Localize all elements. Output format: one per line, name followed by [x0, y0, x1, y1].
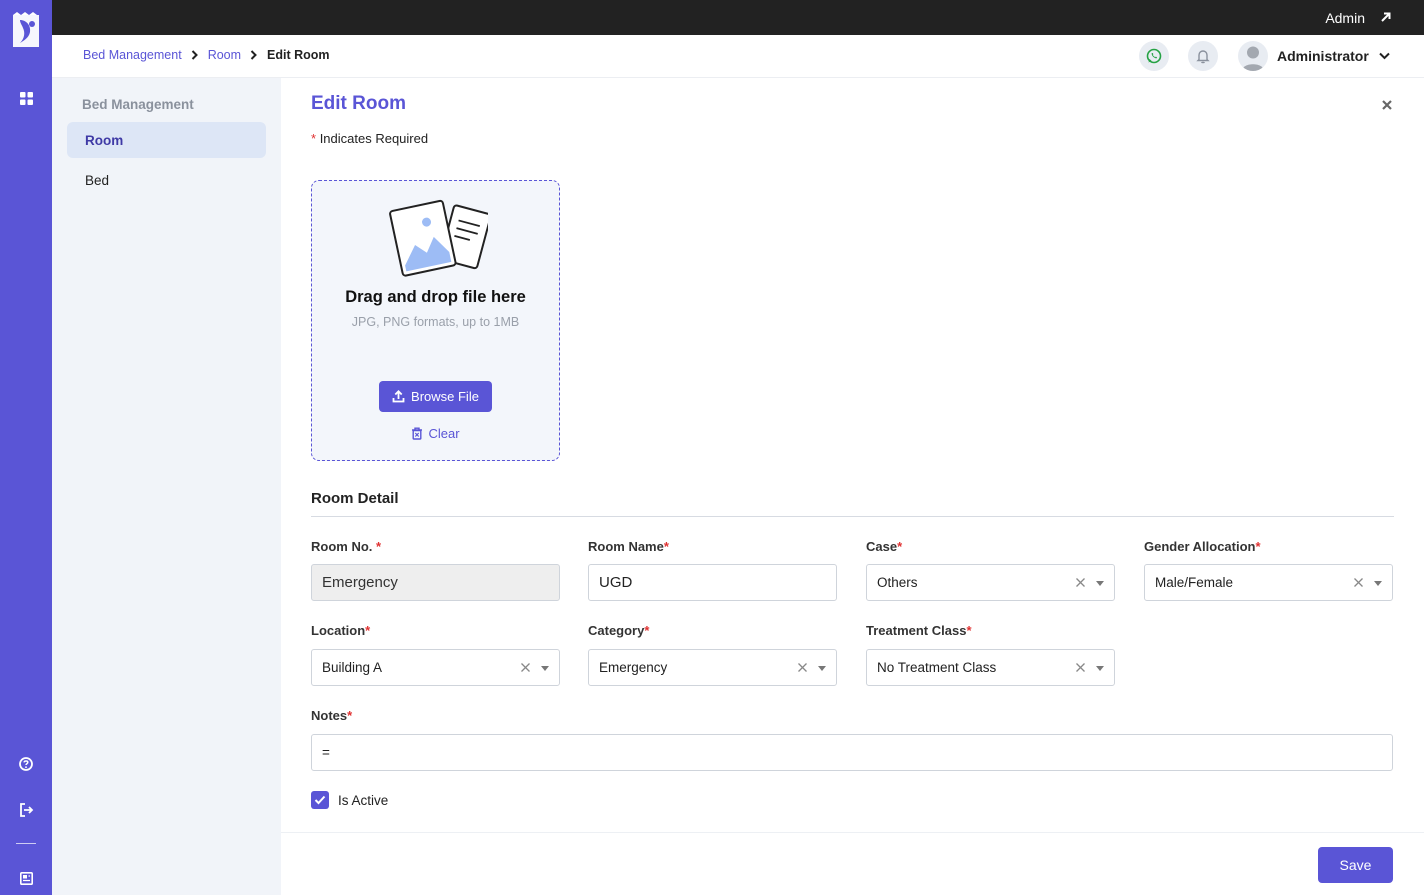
is-active-label: Is Active: [338, 793, 389, 808]
is-active-checkbox[interactable]: [311, 791, 329, 809]
sidebar-item-room[interactable]: Room: [67, 122, 266, 158]
case-label: Case*: [866, 539, 903, 554]
caret-down-icon[interactable]: [1374, 581, 1382, 586]
location-value: Building A: [322, 660, 383, 675]
chevron-down-icon: [1379, 52, 1390, 60]
upload-icon: [392, 390, 405, 403]
treatment-class-value: No Treatment Class: [877, 660, 997, 675]
room-name-label: Room Name*: [588, 539, 669, 554]
location-label: Location*: [311, 623, 371, 638]
page-header: Bed Management Room Edit Room Administra…: [52, 35, 1424, 78]
sidebar-item-bed[interactable]: Bed: [67, 162, 266, 198]
bell-icon[interactable]: [1188, 41, 1218, 71]
user-name: Administrator: [1277, 48, 1369, 64]
whatsapp-icon[interactable]: [1139, 41, 1169, 71]
caret-down-icon[interactable]: [541, 666, 549, 671]
caret-down-icon[interactable]: [1096, 666, 1104, 671]
form-footer: Save: [281, 832, 1424, 895]
help-icon[interactable]: [16, 754, 36, 774]
chevron-right-icon: [250, 50, 257, 60]
top-user-label[interactable]: Admin: [1325, 10, 1365, 26]
dropzone-title: Drag and drop file here: [345, 288, 526, 306]
sub-sidebar: Bed Management Room Bed: [52, 78, 281, 895]
category-select[interactable]: Emergency: [588, 649, 837, 686]
required-note: * Indicates Required: [311, 131, 429, 146]
sub-sidebar-title: Bed Management: [82, 97, 194, 112]
user-menu[interactable]: Administrator: [1238, 41, 1390, 71]
breadcrumb-current: Edit Room: [267, 48, 330, 62]
trash-icon: [412, 427, 423, 440]
close-icon[interactable]: [1380, 98, 1394, 112]
caret-down-icon[interactable]: [818, 666, 826, 671]
gender-allocation-value: Male/Female: [1155, 575, 1234, 590]
sidebar-item-label: Room: [85, 132, 124, 148]
category-label: Category*: [588, 623, 650, 638]
logout-icon[interactable]: [16, 800, 36, 820]
category-value: Emergency: [599, 660, 668, 675]
room-name-value: UGD: [599, 574, 633, 591]
breadcrumb-room[interactable]: Room: [208, 48, 241, 62]
icon-rail: [0, 0, 52, 895]
clear-selection-icon[interactable]: [1353, 576, 1364, 587]
notes-value: =: [322, 745, 330, 760]
case-value: Others: [877, 575, 918, 590]
image-file-icon: [384, 199, 492, 277]
clear-label: Clear: [428, 426, 460, 441]
breadcrumb-bed-management[interactable]: Bed Management: [83, 48, 182, 62]
caret-down-icon[interactable]: [1096, 581, 1104, 586]
external-link-icon[interactable]: [1379, 10, 1393, 24]
room-no-value: Emergency: [322, 574, 398, 591]
dashboard-icon[interactable]: [16, 88, 36, 108]
avatar: [1238, 41, 1268, 71]
room-name-field[interactable]: UGD: [588, 564, 837, 601]
breadcrumb: Bed Management Room Edit Room: [83, 48, 330, 62]
clear-selection-icon[interactable]: [1075, 661, 1086, 672]
location-select[interactable]: Building A: [311, 649, 560, 686]
browse-file-label: Browse File: [411, 389, 479, 404]
room-no-label: Room No. *: [311, 539, 382, 554]
gender-allocation-label: Gender Allocation*: [1144, 539, 1261, 554]
document-icon[interactable]: [16, 868, 36, 888]
section-title: Room Detail: [311, 490, 399, 507]
edit-room-panel: Edit Room * Indicates Required Drag and …: [281, 78, 1424, 832]
section-divider: [311, 516, 1394, 517]
clear-selection-icon[interactable]: [520, 661, 531, 672]
sidebar-item-label: Bed: [85, 172, 110, 188]
check-icon: [314, 795, 326, 805]
clear-selection-icon[interactable]: [1075, 576, 1086, 587]
treatment-class-select[interactable]: No Treatment Class: [866, 649, 1115, 686]
file-dropzone[interactable]: Drag and drop file here JPG, PNG formats…: [311, 180, 560, 461]
top-bar: Admin: [52, 0, 1424, 35]
clear-button[interactable]: Clear: [312, 426, 559, 441]
page-title: Edit Room: [311, 93, 406, 114]
treatment-class-label: Treatment Class*: [866, 623, 972, 638]
notes-field[interactable]: =: [311, 734, 1393, 771]
browse-file-button[interactable]: Browse File: [379, 381, 492, 412]
notes-label: Notes*: [311, 708, 353, 723]
case-select[interactable]: Others: [866, 564, 1115, 601]
chevron-right-icon: [191, 50, 198, 60]
rail-divider: [16, 843, 36, 844]
gender-allocation-select[interactable]: Male/Female: [1144, 564, 1393, 601]
app-logo-icon[interactable]: [11, 12, 41, 50]
clear-selection-icon[interactable]: [797, 661, 808, 672]
save-button[interactable]: Save: [1318, 847, 1393, 883]
room-no-field: Emergency: [311, 564, 560, 601]
dropzone-subtitle: JPG, PNG formats, up to 1MB: [351, 315, 520, 329]
